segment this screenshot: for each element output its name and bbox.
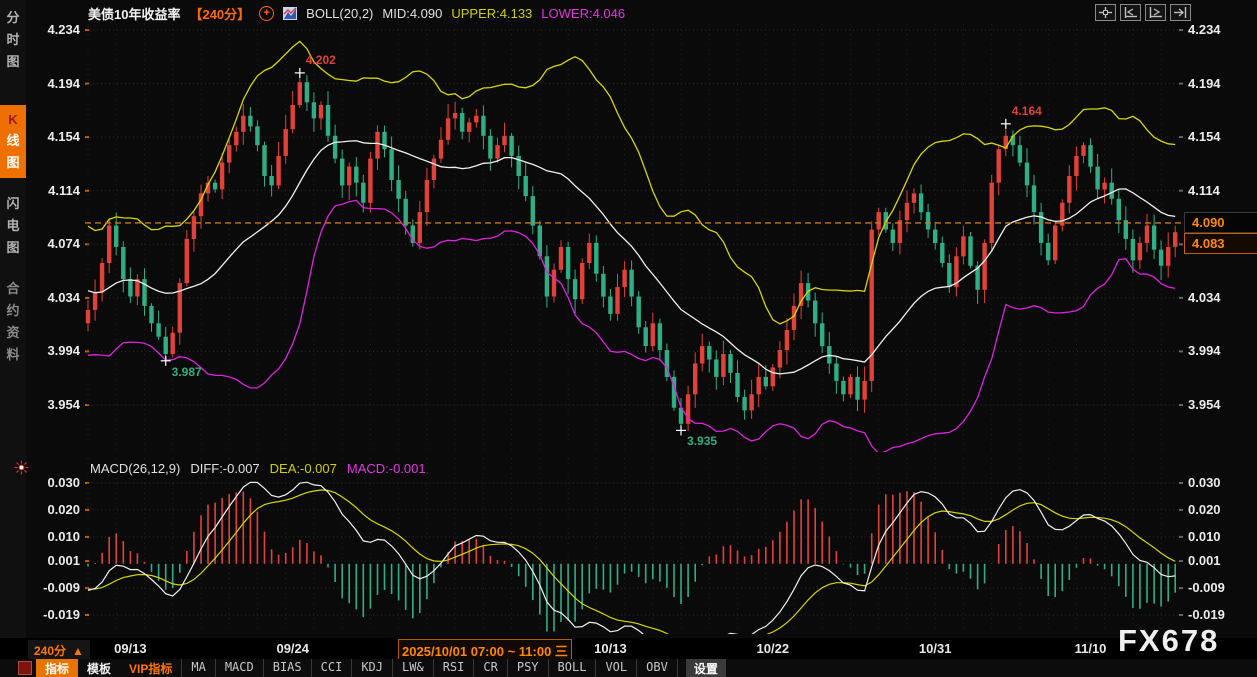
chart-tool-buttons bbox=[1095, 4, 1191, 21]
left-sidebar: 分时图 K线图闪电图合约资料 bbox=[0, 0, 26, 677]
price-axis-label: 4.074 bbox=[18, 236, 80, 251]
price-annotation: 4.164 bbox=[1012, 104, 1042, 118]
price-axis-label: 4.034 bbox=[18, 290, 80, 305]
toolbar-indicator-BIAS[interactable]: BIAS bbox=[263, 659, 311, 677]
macd-dea-value: DEA:-0.007 bbox=[270, 461, 337, 476]
time-axis-row: 240分 ▲ 09/1309/2410/1310/2210/3111/10 20… bbox=[0, 638, 1257, 659]
macd-macd-value: MACD:-0.001 bbox=[347, 461, 426, 476]
date-tick-label: 10/13 bbox=[594, 641, 627, 656]
sidebar-item-2[interactable]: 闪电图 bbox=[0, 186, 26, 263]
indicator-panel-icon[interactable] bbox=[18, 661, 32, 675]
price-axis-label: 4.234 bbox=[1188, 22, 1252, 37]
boll-mid-value: MID:4.090 bbox=[382, 6, 442, 21]
interval-label[interactable]: 【240分】 bbox=[189, 4, 250, 23]
toolbar-indicator-CCI[interactable]: CCI bbox=[311, 659, 352, 677]
price-axis-label: 3.994 bbox=[18, 343, 80, 358]
sidebar-item-3[interactable]: 合约资料 bbox=[0, 271, 26, 370]
date-tick-label: 09/13 bbox=[114, 641, 147, 656]
price-axis-label: 4.234 bbox=[18, 22, 80, 37]
macd-label: MACD(26,12,9) bbox=[90, 461, 180, 476]
macd-header: MACD(26,12,9) DIFF:-0.007 DEA:-0.007 MAC… bbox=[90, 461, 426, 476]
toolbar-tab-0[interactable]: 指标 bbox=[36, 659, 78, 677]
last-price-tag: 4.083 bbox=[1184, 233, 1257, 254]
toolbar-indicator-MA[interactable]: MA bbox=[181, 659, 214, 677]
toolbar-indicator-BOLL[interactable]: BOLL bbox=[548, 659, 596, 677]
price-axis-label: 4.114 bbox=[1188, 183, 1252, 198]
toolbar-indicator-KDJ[interactable]: KDJ bbox=[351, 659, 392, 677]
price-axis-label: 4.194 bbox=[18, 76, 80, 91]
toolbar-tab-2[interactable]: VIP指标 bbox=[120, 659, 181, 677]
chart-canvas[interactable] bbox=[0, 0, 1257, 677]
macd-axis-label: 0.020 bbox=[18, 502, 80, 517]
toolbar-indicator-MACD[interactable]: MACD bbox=[215, 659, 263, 677]
price-axis-label: 4.114 bbox=[18, 183, 80, 198]
chart-style-icon[interactable] bbox=[283, 7, 297, 20]
scale-right-icon[interactable] bbox=[1145, 4, 1166, 21]
price-axis-label: 3.954 bbox=[18, 397, 80, 412]
macd-axis-label: -0.019 bbox=[1188, 607, 1252, 622]
sidebar-item-1[interactable]: K线图 bbox=[0, 105, 26, 178]
boll-label: BOLL(20,2) bbox=[306, 6, 373, 21]
price-axis-label: 3.994 bbox=[1188, 343, 1252, 358]
macd-diff-value: DIFF:-0.007 bbox=[190, 461, 259, 476]
period-selector[interactable]: 240分 ▲ bbox=[28, 640, 90, 661]
date-tick-label: 09/24 bbox=[276, 641, 309, 656]
boll-upper-value: UPPER:4.133 bbox=[451, 6, 532, 21]
macd-axis-label: -0.009 bbox=[18, 580, 80, 595]
boll-lower-value: LOWER:4.046 bbox=[541, 6, 625, 21]
macd-axis-label: 0.010 bbox=[1188, 529, 1252, 544]
sidebar-item-0[interactable]: 分时图 bbox=[0, 0, 26, 77]
macd-axis-label: 0.030 bbox=[1188, 475, 1252, 490]
add-compare-icon[interactable]: + bbox=[259, 6, 274, 21]
macd-axis-label: -0.019 bbox=[18, 607, 80, 622]
price-axis-label: 4.194 bbox=[1188, 76, 1252, 91]
indicator-flag-icon[interactable] bbox=[14, 460, 29, 480]
toolbar-indicator-OBV[interactable]: OBV bbox=[636, 659, 678, 677]
pan-latest-icon[interactable] bbox=[1170, 4, 1191, 21]
brand-watermark: FX678 bbox=[1118, 623, 1219, 659]
price-axis-label: 4.154 bbox=[18, 129, 80, 144]
price-line-tag: 4.090 bbox=[1184, 212, 1257, 233]
toolbar-indicators: MAMACDBIASCCIKDJLW&RSICRPSYBOLLVOLOBV bbox=[181, 659, 677, 677]
toolbar-indicator-VOL[interactable]: VOL bbox=[595, 659, 636, 677]
price-axis-label: 4.034 bbox=[1188, 290, 1252, 305]
settings-button[interactable]: 设置 bbox=[686, 659, 726, 677]
toolbar-tabs: 指标模板VIP指标 bbox=[36, 659, 181, 677]
date-tick-label: 10/22 bbox=[757, 641, 790, 656]
date-tick-label: 10/31 bbox=[919, 641, 952, 656]
period-label: 240分 bbox=[34, 642, 66, 659]
crosshair-icon[interactable] bbox=[1095, 4, 1116, 21]
trading-app-window: 分时图 K线图闪电图合约资料 美债10年收益率 【240分】 + BOLL(20,… bbox=[0, 0, 1257, 677]
toolbar-indicator-LW&[interactable]: LW& bbox=[392, 659, 433, 677]
price-annotation: 4.202 bbox=[306, 53, 336, 67]
toolbar-indicator-CR[interactable]: CR bbox=[473, 659, 506, 677]
bottom-toolbar: 指标模板VIP指标 MAMACDBIASCCIKDJLW&RSICRPSYBOL… bbox=[0, 659, 1257, 677]
price-axis-label: 4.154 bbox=[1188, 129, 1252, 144]
symbol-title: 美债10年收益率 bbox=[88, 4, 180, 23]
toolbar-indicator-RSI[interactable]: RSI bbox=[433, 659, 474, 677]
scale-left-icon[interactable] bbox=[1120, 4, 1141, 21]
price-axis-label: 3.954 bbox=[1188, 397, 1252, 412]
macd-axis-label: 0.001 bbox=[1188, 553, 1252, 568]
date-tick-label: 11/10 bbox=[1075, 641, 1107, 656]
chart-header: 美债10年收益率 【240分】 + BOLL(20,2) MID:4.090 U… bbox=[88, 5, 625, 21]
macd-axis-label: -0.009 bbox=[1188, 580, 1252, 595]
toolbar-tab-1[interactable]: 模板 bbox=[78, 659, 120, 677]
toolbar-indicator-PSY[interactable]: PSY bbox=[507, 659, 548, 677]
period-arrow-icon: ▲ bbox=[72, 644, 84, 658]
price-annotation: 3.987 bbox=[172, 365, 202, 379]
price-annotation: 3.935 bbox=[687, 434, 717, 448]
macd-axis-label: 0.020 bbox=[1188, 502, 1252, 517]
macd-axis-label: 0.001 bbox=[18, 553, 80, 568]
macd-axis-label: 0.010 bbox=[18, 529, 80, 544]
